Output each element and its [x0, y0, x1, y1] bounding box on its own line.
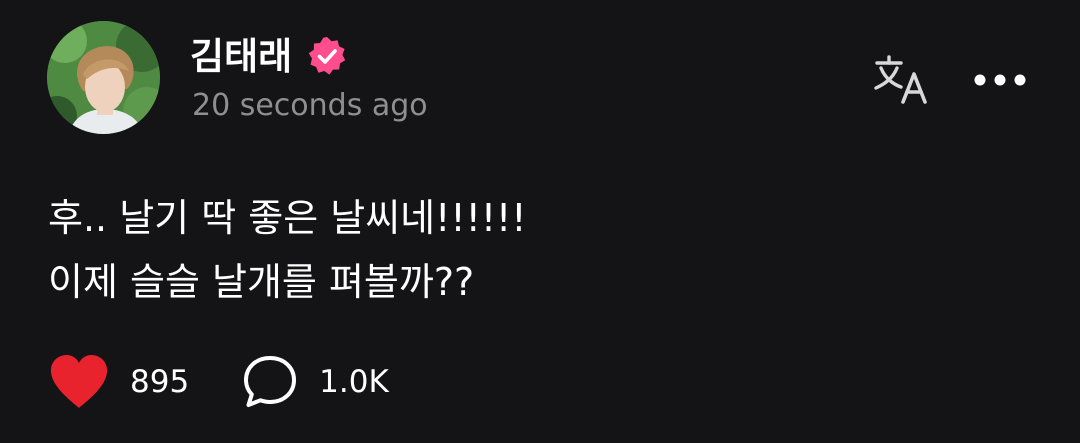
avatar-photo: [47, 21, 160, 134]
more-dots-icon[interactable]: [970, 60, 1030, 100]
verified-badge-icon: [306, 35, 348, 77]
author-name[interactable]: 김태래: [190, 38, 292, 75]
post-timestamp: 20 seconds ago: [192, 88, 428, 123]
heart-icon: [50, 355, 108, 408]
post-line-1: 후.. 날기 딱 좋은 날씨네!!!!!!: [48, 196, 527, 240]
comment-count: 1.0K: [319, 364, 389, 400]
author-avatar[interactable]: [47, 21, 160, 134]
author-row: 김태래: [190, 30, 348, 82]
comment-bubble-icon: [244, 356, 297, 407]
translate-icon[interactable]: [873, 54, 931, 106]
post-line-2: 이제 슬슬 날개를 펴볼까??: [48, 260, 475, 304]
like-button[interactable]: 895: [48, 354, 189, 410]
action-bar: 895 1.0K: [48, 350, 389, 414]
post-body: 후.. 날기 딱 좋은 날씨네!!!!!! 이제 슬슬 날개를 펴볼까??: [48, 186, 1008, 314]
post-card: 김태래 20 seconds ago 후.. 날기 딱 좋은 날씨네!!!!!!…: [0, 0, 1080, 443]
like-count: 895: [130, 364, 190, 400]
comment-button[interactable]: 1.0K: [241, 353, 389, 411]
